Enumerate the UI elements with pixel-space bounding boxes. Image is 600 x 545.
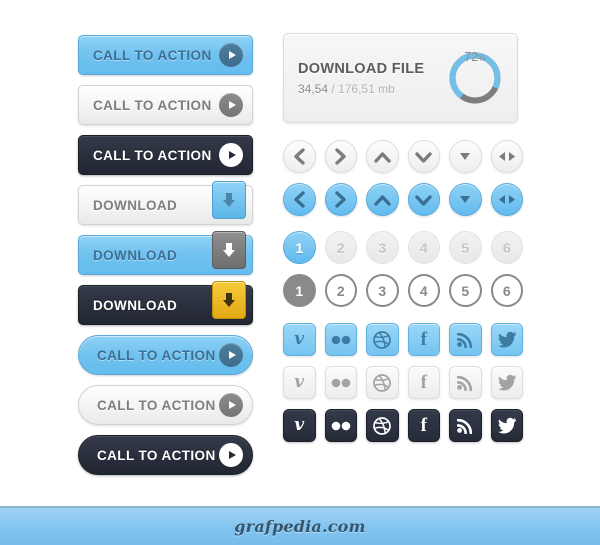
- pagination-item[interactable]: 6: [490, 274, 523, 307]
- download-button[interactable]: DOWNLOAD: [78, 181, 253, 225]
- widget-column: DOWNLOAD FILE 34,54 / 176,51 mb 72% 1 2 …: [283, 33, 523, 452]
- button-label: CALL TO ACTION: [97, 447, 216, 463]
- pagination-item[interactable]: 6: [490, 231, 523, 264]
- chevron-down-icon[interactable]: [407, 140, 440, 173]
- pagination-item[interactable]: 1: [283, 274, 316, 307]
- dribbble-icon[interactable]: [366, 366, 399, 399]
- download-file-panel: DOWNLOAD FILE 34,54 / 176,51 mb 72%: [283, 33, 518, 123]
- play-icon: [219, 393, 243, 417]
- twitter-icon[interactable]: [490, 366, 523, 399]
- download-arrow-icon[interactable]: [212, 181, 246, 219]
- pagination-item[interactable]: 2: [324, 231, 357, 264]
- left-right-arrow-icon[interactable]: [490, 140, 523, 173]
- footer-bar: grafpedia.com: [0, 506, 600, 545]
- vimeo-icon[interactable]: v: [283, 366, 316, 399]
- left-right-arrow-icon[interactable]: [490, 183, 523, 216]
- twitter-icon[interactable]: [490, 409, 523, 442]
- pagination-item[interactable]: 3: [366, 274, 399, 307]
- call-to-action-button[interactable]: CALL TO ACTION: [78, 335, 253, 375]
- download-file-current: 34,54: [298, 81, 329, 96]
- twitter-icon[interactable]: [490, 323, 523, 356]
- pagination-row: 123456: [283, 274, 523, 307]
- facebook-icon[interactable]: f: [407, 366, 440, 399]
- call-to-action-button[interactable]: CALL TO ACTION: [78, 85, 253, 125]
- pagination-row: 123456: [283, 231, 523, 264]
- button-label: CALL TO ACTION: [97, 397, 216, 413]
- play-icon-wrap: [219, 443, 243, 467]
- download-progress-ring: 72%: [447, 50, 503, 106]
- pagination-item[interactable]: 5: [449, 231, 482, 264]
- triangle-down-icon[interactable]: [449, 140, 482, 173]
- play-icon-wrap: [219, 93, 243, 117]
- pagination-item[interactable]: 4: [407, 231, 440, 264]
- watermark-text: grafpedia.com: [234, 517, 366, 536]
- button-label: CALL TO ACTION: [97, 347, 216, 363]
- play-icon: [219, 343, 243, 367]
- button-label: CALL TO ACTION: [93, 47, 212, 63]
- ui-kit-canvas: CALL TO ACTION CALL TO ACTION CALL TO ACTI…: [0, 0, 600, 545]
- chevron-down-icon[interactable]: [407, 183, 440, 216]
- pagination-item[interactable]: 4: [407, 274, 440, 307]
- play-icon-wrap: [219, 343, 243, 367]
- triangle-down-icon[interactable]: [449, 183, 482, 216]
- chevron-left-icon[interactable]: [283, 183, 316, 216]
- social-icon-rows: vfvfvf: [283, 323, 523, 442]
- button-label: CALL TO ACTION: [93, 97, 212, 113]
- pagination-item[interactable]: 1: [283, 231, 316, 264]
- download-progress-percent: 72%: [447, 50, 503, 106]
- flickr-icon[interactable]: [324, 366, 357, 399]
- arrow-button-row: [283, 140, 523, 173]
- download-file-title: DOWNLOAD FILE: [298, 60, 425, 77]
- download-file-separator: /: [331, 81, 335, 96]
- pagination-item[interactable]: 2: [324, 274, 357, 307]
- social-icon-row: vf: [283, 409, 523, 442]
- download-file-size: 34,54 / 176,51 mb: [298, 82, 447, 96]
- arrow-button-row: [283, 183, 523, 216]
- progress-symbol: %: [478, 53, 486, 63]
- download-arrow-icon[interactable]: [212, 231, 246, 269]
- pagination-item[interactable]: 5: [449, 274, 482, 307]
- download-file-texts: DOWNLOAD FILE 34,54 / 176,51 mb: [298, 61, 447, 96]
- chevron-up-icon[interactable]: [366, 140, 399, 173]
- progress-value: 72: [464, 50, 479, 64]
- call-to-action-button[interactable]: CALL TO ACTION: [78, 385, 253, 425]
- rss-icon[interactable]: [449, 366, 482, 399]
- flickr-icon[interactable]: [324, 409, 357, 442]
- call-to-action-button[interactable]: CALL TO ACTION: [78, 135, 253, 175]
- pagination-rows: 123456123456: [283, 231, 523, 307]
- facebook-icon[interactable]: f: [407, 323, 440, 356]
- chevron-left-icon[interactable]: [283, 140, 316, 173]
- play-icon-wrap: [219, 143, 243, 167]
- dribbble-icon[interactable]: [366, 409, 399, 442]
- chevron-right-icon[interactable]: [324, 140, 357, 173]
- vimeo-icon[interactable]: v: [283, 409, 316, 442]
- play-icon-wrap: [219, 43, 243, 67]
- social-icon-row: vf: [283, 366, 523, 399]
- social-icon-row: vf: [283, 323, 523, 356]
- rss-icon[interactable]: [449, 323, 482, 356]
- dribbble-icon[interactable]: [366, 323, 399, 356]
- play-icon-wrap: [219, 393, 243, 417]
- chevron-up-icon[interactable]: [366, 183, 399, 216]
- pagination-item[interactable]: 3: [366, 231, 399, 264]
- play-icon: [219, 93, 243, 117]
- play-icon: [219, 443, 243, 467]
- download-button[interactable]: DOWNLOAD: [78, 281, 253, 325]
- chevron-right-icon[interactable]: [324, 183, 357, 216]
- button-label: CALL TO ACTION: [93, 147, 212, 163]
- call-to-action-button[interactable]: CALL TO ACTION: [78, 35, 253, 75]
- play-icon: [219, 43, 243, 67]
- vimeo-icon[interactable]: v: [283, 323, 316, 356]
- button-column: CALL TO ACTION CALL TO ACTION CALL TO ACTI…: [78, 35, 253, 485]
- flickr-icon[interactable]: [324, 323, 357, 356]
- play-icon: [219, 143, 243, 167]
- call-to-action-button[interactable]: CALL TO ACTION: [78, 435, 253, 475]
- download-file-total: 176,51 mb: [338, 81, 395, 96]
- rss-icon[interactable]: [449, 409, 482, 442]
- arrow-button-rows: [283, 140, 523, 216]
- facebook-icon[interactable]: f: [407, 409, 440, 442]
- download-arrow-icon[interactable]: [212, 281, 246, 319]
- download-button[interactable]: DOWNLOAD: [78, 231, 253, 275]
